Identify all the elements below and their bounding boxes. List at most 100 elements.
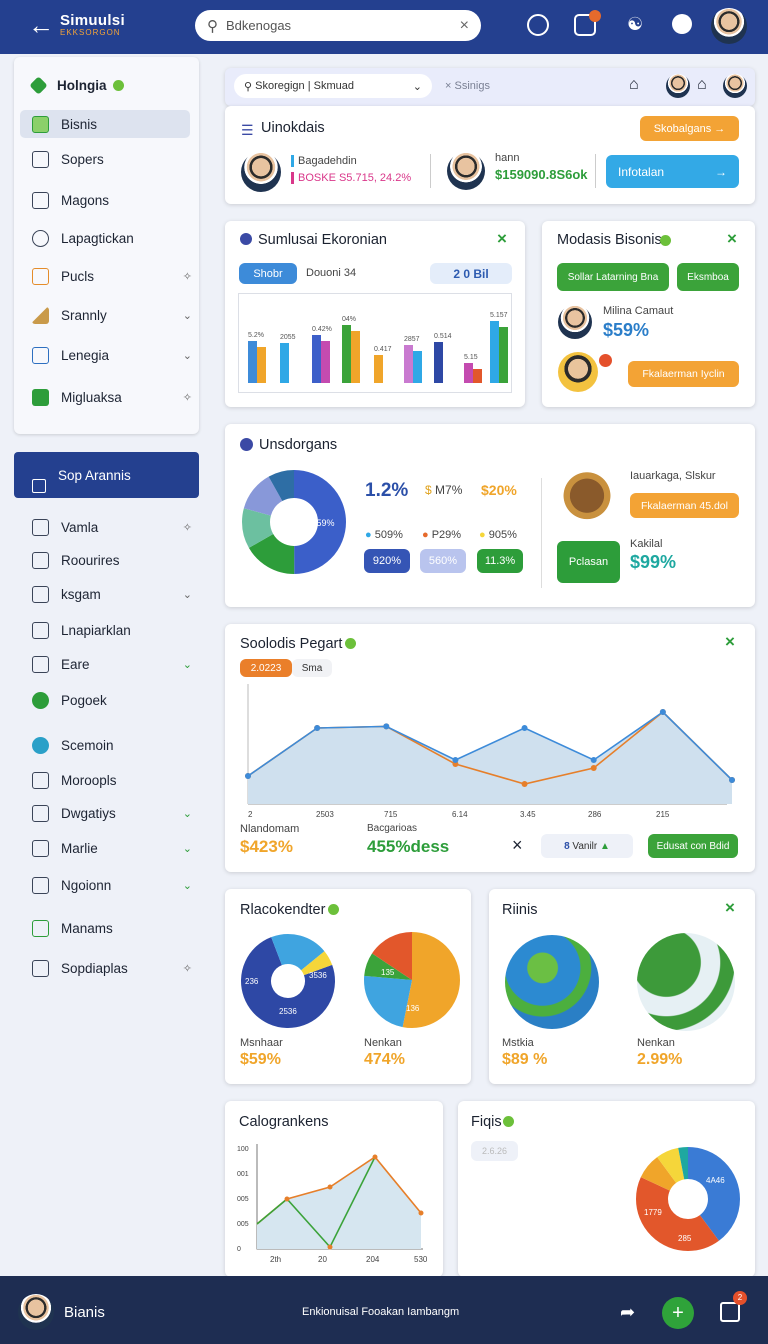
sidebar-item-bisnis[interactable]: Bisnis [20,110,190,138]
sidebar2-item[interactable]: Moroopls [32,766,192,794]
data-point [284,1196,290,1202]
sidebar-item-sopers[interactable]: Sopers [32,145,104,173]
sim-badge[interactable]: 2 0 Bil [430,263,512,284]
home-icon[interactable]: ⌂ [629,76,639,94]
inbox-icon[interactable] [720,1302,740,1322]
inbox-badge: 2 [733,1291,747,1305]
search-input[interactable]: Bdkenogas [226,18,460,33]
sidebar-item-srannly[interactable]: Srannly ⌄ [32,301,192,329]
x-tick-label: 715 [384,810,398,819]
add-button[interactable]: + [662,1297,694,1329]
year-tab[interactable]: 2.0223 [240,659,292,677]
x-tick-label: 530 [414,1255,428,1264]
sidebar2-item[interactable]: Scemoin [32,731,192,759]
sidebar2-item[interactable]: Manams [32,914,192,942]
sidebar2-item[interactable]: Roourires [32,546,192,574]
tab-sim-2[interactable]: Douoni 34 [306,267,356,279]
avatar[interactable] [723,74,747,98]
user-avatar[interactable] [711,8,747,44]
chevron-down-icon[interactable]: ⌄ [183,349,192,362]
search-bar[interactable]: ⚲ Bdkenogas × [195,10,481,41]
uns-side-label-2: Kakilal [630,538,663,550]
clear-icon[interactable]: × [460,17,469,35]
bar-icon [32,388,49,406]
info-button[interactable]: Infotalan → [606,155,739,188]
sidebar2-item[interactable]: Marlie ⌄ [32,834,192,862]
theme-icon[interactable] [672,14,692,34]
avatar[interactable] [666,74,690,98]
tab-sim-1[interactable]: Shobr [239,263,297,284]
model-button-2[interactable]: Eksmboa [677,263,739,291]
overview-action-button[interactable]: Skobalgans → [640,116,739,141]
person-value: $159090.8S6ok [495,167,588,182]
sidebar-item-migluaksa[interactable]: Migluaksa ✧ [32,383,192,411]
sidebar2-item[interactable]: Lnapiarklan [32,616,192,644]
tab-2[interactable]: Sma [292,659,332,677]
warning-icon [32,306,49,324]
model-button-1[interactable]: Sollar Latarning Bna [557,263,669,291]
toolbar-search-input[interactable]: Skoregign | Skmuad [255,80,354,92]
bar [499,327,508,383]
bar [280,343,289,383]
toolbar-search[interactable]: ⚲ Skoregign | Skmuad ⌄ [234,74,432,98]
chevron-icon[interactable]: ⌄ [183,879,192,892]
close-icon[interactable]: × [725,898,735,918]
chevron-down-icon[interactable]: ⌄ [183,309,192,322]
sidebar2-item[interactable]: Sopdiaplas ✧ [32,954,192,982]
sidebar2-item[interactable]: Ngoionn ⌄ [32,871,192,899]
calendar-icon [32,346,49,364]
uns-chip-2[interactable]: 560% [420,549,466,573]
uns-action-button[interactable]: Fkalaerman 45.dol [630,493,739,518]
share-icon[interactable]: ➦ [620,1302,635,1323]
house-icon[interactable]: ⌂ [697,76,707,94]
sidebar-item-label: Srannly [61,307,107,323]
sidebar2-item[interactable]: Eare ⌄ [32,650,192,678]
sidebar2-item-label: Lnapiarklan [61,622,131,638]
sidebar-item-home[interactable]: Holngia [29,71,124,99]
chevron-icon[interactable]: ✧ [183,521,192,534]
chevron-icon[interactable]: ⌄ [183,658,192,671]
model-button-3[interactable]: Fkalaerman Iyclin [628,361,739,387]
expand-icon[interactable]: ✧ [183,270,192,283]
uns-chip-1[interactable]: 920% [364,549,410,573]
calo-chart: 100 001 005 005 0 2th 20 204 530 [237,1144,428,1264]
expand-icon[interactable]: ✧ [183,391,192,404]
filter-label[interactable]: × Ssinigs [445,80,490,92]
uns-green-button[interactable]: Pclasan [557,541,620,583]
sidebar-item-lenegia[interactable]: Lenegia ⌄ [32,341,192,369]
chevron-icon[interactable]: ⌄ [183,842,192,855]
close-icon[interactable]: × [727,229,737,249]
sidebar2-item[interactable]: Pogoek [32,686,192,714]
bar-label: 2055 [280,334,296,341]
sidebar-item-lapag[interactable]: Lapagtickan [32,224,134,252]
item-icon [32,621,49,639]
divider [430,154,431,188]
chevron-icon[interactable]: ⌄ [183,807,192,820]
close-icon[interactable]: × [512,835,523,856]
faqs-chip[interactable]: 2.6.26 [471,1141,518,1161]
line-action-button[interactable]: Edusat con Bdid [648,834,738,858]
vanilla-chip[interactable]: 8 Vanilr ▲ [541,834,633,858]
toolbar: ⚲ Skoregign | Skmuad ⌄ × Ssinigs ⌂ ⌂ [225,68,755,106]
x-tick-label: 2503 [316,810,334,819]
share-icon[interactable]: ☯ [627,14,643,35]
close-icon[interactable]: × [497,229,507,249]
rack-label-2: Nenkan [364,1037,402,1049]
uns-chip-3[interactable]: 11.3% [477,549,523,573]
sidebar2-item-label: Manams [61,920,113,936]
close-icon[interactable]: × [725,632,735,652]
bar [464,363,473,383]
sidebar2-item[interactable]: Vamla ✧ [32,513,192,541]
user-avatar[interactable] [18,1294,54,1330]
chevron-icon[interactable]: ✧ [183,962,192,975]
back-arrow-icon[interactable]: ← [28,12,54,38]
status-dot-icon [345,638,356,649]
sidebar2-item[interactable]: Dwgatiys ⌄ [32,799,192,827]
chevron-icon[interactable]: ⌄ [183,588,192,601]
settings-icon[interactable] [527,14,549,36]
top-bar: ← Simuulsi EKKSORGON ⚲ Bdkenogas × ☯ [0,0,768,54]
sidebar-item-magons[interactable]: Magons [32,186,109,214]
sidebar2-item[interactable]: ksgam ⌄ [32,580,192,608]
uns-legend-1: ● 509% [365,529,403,541]
sidebar-item-pucls[interactable]: Pucls ✧ [32,262,192,290]
